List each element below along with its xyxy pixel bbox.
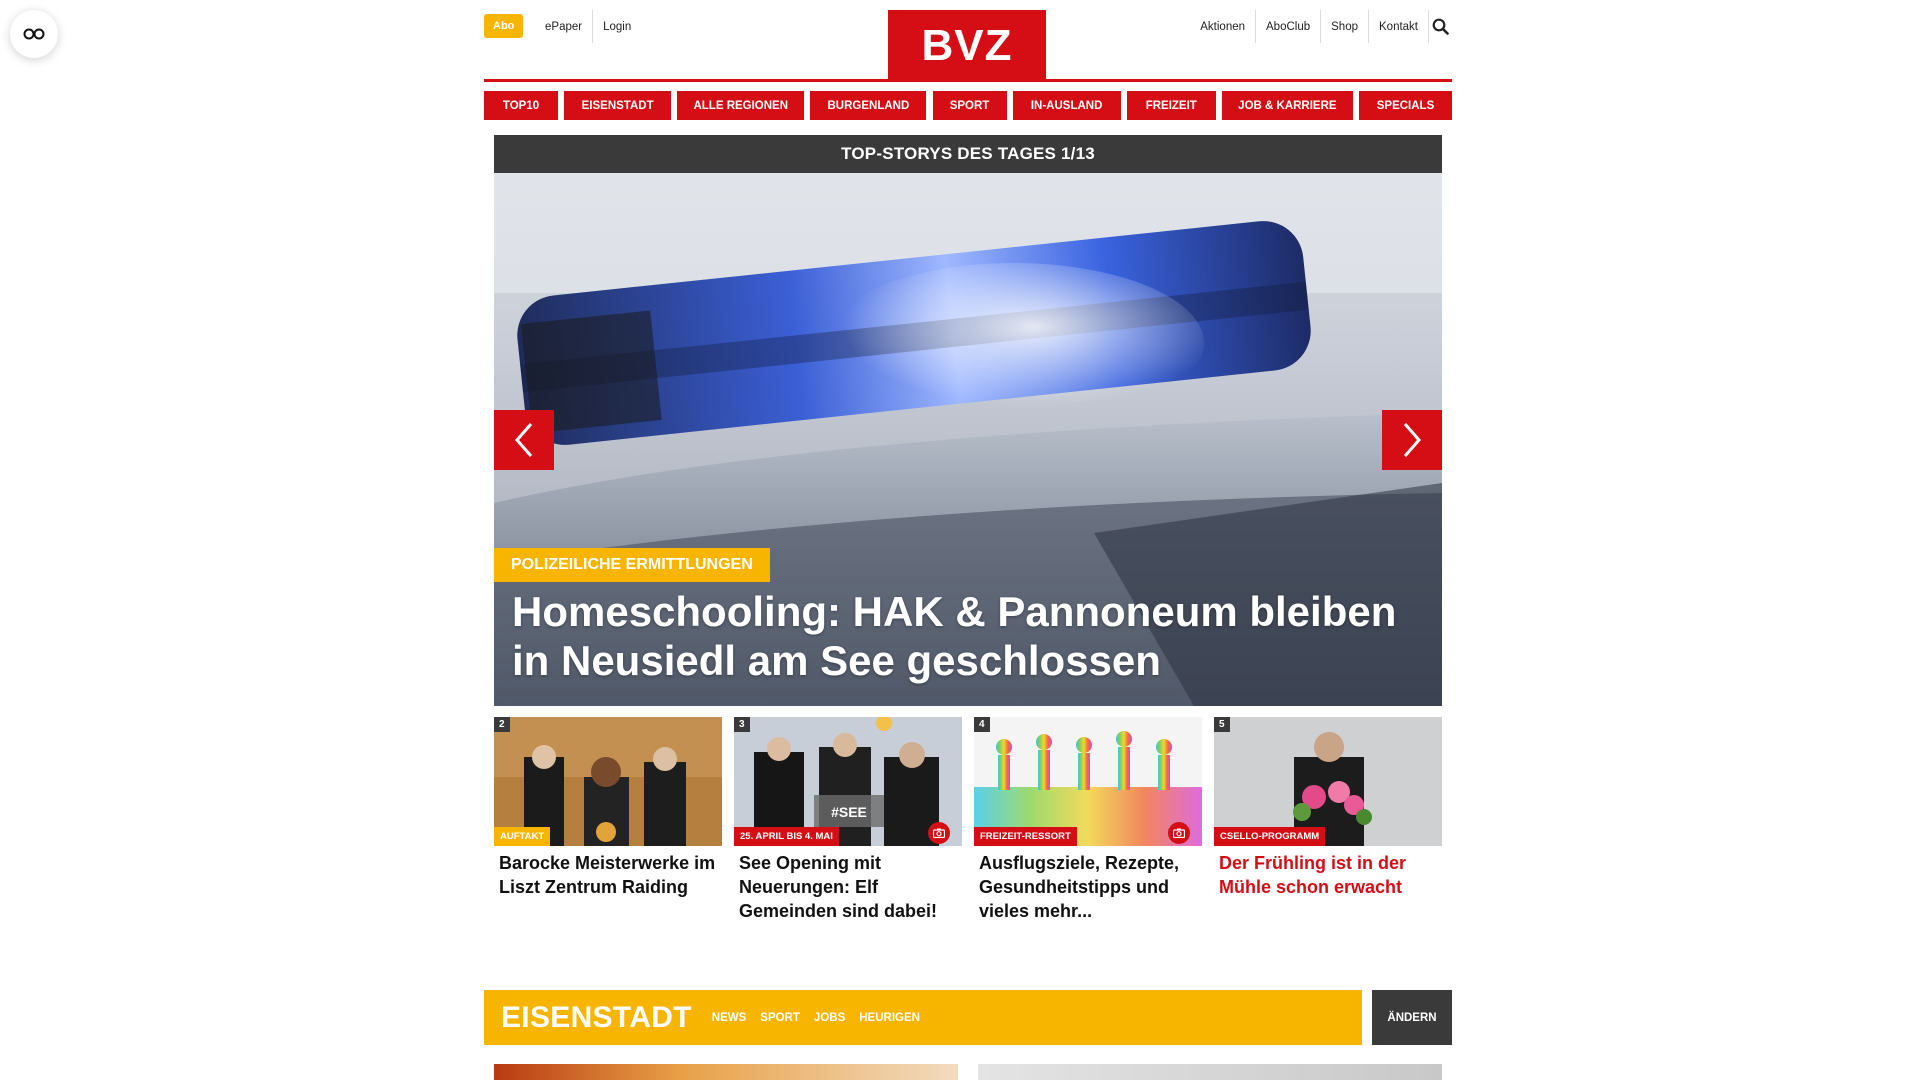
top-links-left: ePaper Login: [535, 10, 641, 43]
teaser-image: 2 AUFTAKT: [494, 717, 722, 846]
teaser-number: 2: [494, 717, 510, 732]
hero-kicker: POLIZEILICHE ERMITTLUNGEN: [494, 548, 770, 582]
teaser-title[interactable]: Barocke Meisterwerke im Liszt Zentrum Ra…: [494, 846, 722, 899]
nav-item-top10[interactable]: TOP10: [484, 91, 558, 120]
top-links-right: Aktionen AboClub Shop Kontakt: [1190, 10, 1428, 43]
teaser-number: 5: [1214, 717, 1230, 732]
bvz-logo[interactable]: BVZ: [888, 10, 1046, 82]
abo-button[interactable]: Abo: [484, 14, 524, 38]
hero-story[interactable]: POLIZEILICHE ERMITTLUNGEN Homeschooling:…: [494, 173, 1442, 706]
hero-title[interactable]: Homeschooling: HAK & Pannoneum bleiben i…: [512, 587, 1412, 685]
nav-item-specials[interactable]: SPECIALS: [1359, 91, 1452, 120]
teaser-title[interactable]: Ausflugsziele, Rezepte, Gesundheitstipps…: [974, 846, 1202, 923]
search-button[interactable]: [1428, 10, 1452, 43]
search-icon: [1432, 18, 1449, 35]
region-bar: EISENSTADT NEWS SPORT JOBS HEURIGEN: [484, 990, 1362, 1045]
teaser-kicker: CSELLO-PROGRAMM: [1214, 827, 1326, 846]
teaser-card[interactable]: 4 FREIZEIT-RESSORT Ausflugsziele, Rezept…: [974, 717, 1202, 923]
top-stories-heading: TOP-STORYS DES TAGES 1/13: [494, 135, 1442, 173]
site-header: Abo ePaper Login BVZ Aktionen AboClub Sh…: [484, 0, 1452, 82]
nav-item-eisenstadt[interactable]: EISENSTADT: [564, 91, 672, 120]
teaser-image: 5 CSELLO-PROGRAMM: [1214, 717, 1442, 846]
gallery-badge: [1168, 822, 1190, 844]
region-link-heurigen[interactable]: HEURIGEN: [859, 1012, 920, 1024]
login-link[interactable]: Login: [592, 10, 641, 43]
teaser-kicker: 25. APRIL BIS 4. MAI: [734, 827, 839, 846]
epaper-link[interactable]: ePaper: [535, 10, 592, 43]
teaser-card[interactable]: #SEE 3 25. APRIL BIS 4. MAI See Opening …: [734, 717, 962, 923]
nav-item-freizeit[interactable]: FREIZEIT: [1126, 91, 1216, 120]
teaser-image: 4 FREIZEIT-RESSORT: [974, 717, 1202, 846]
teaser-kicker: FREIZEIT-RESSORT: [974, 827, 1077, 846]
change-region-button[interactable]: ÄNDERN: [1372, 990, 1452, 1045]
chevron-right-icon: [1403, 423, 1421, 457]
aboclub-link[interactable]: AboClub: [1255, 10, 1320, 43]
nav-item-in-ausland[interactable]: IN-AUSLAND: [1012, 91, 1121, 120]
nav-item-job-karriere[interactable]: JOB & KARRIERE: [1221, 91, 1353, 120]
camera-icon: [933, 828, 945, 838]
slider-next-button[interactable]: [1382, 410, 1442, 470]
teaser-number: 4: [974, 717, 990, 732]
camera-icon: [1173, 828, 1185, 838]
main-nav: TOP10 EISENSTADT ALLE REGIONEN BURGENLAN…: [484, 91, 1452, 120]
teaser-image: #SEE 3 25. APRIL BIS 4. MAI: [734, 717, 962, 846]
region-article-image[interactable]: [978, 1064, 1442, 1080]
aktionen-link[interactable]: Aktionen: [1190, 10, 1255, 43]
nav-item-alle-regionen[interactable]: ALLE REGIONEN: [677, 91, 805, 120]
teaser-number: 3: [734, 717, 750, 732]
region-article-image[interactable]: [494, 1064, 958, 1080]
nav-item-burgenland[interactable]: BURGENLAND: [810, 91, 927, 120]
slider-prev-button[interactable]: [494, 410, 554, 470]
shop-link[interactable]: Shop: [1320, 10, 1368, 43]
kontakt-link[interactable]: Kontakt: [1368, 10, 1428, 43]
reader-mode-button[interactable]: [10, 10, 58, 58]
region-link-news[interactable]: NEWS: [712, 1012, 747, 1024]
glasses-icon: [23, 28, 45, 40]
region-link-jobs[interactable]: JOBS: [814, 1012, 845, 1024]
region-link-sport[interactable]: SPORT: [760, 1012, 800, 1024]
chevron-left-icon: [515, 423, 533, 457]
teaser-card[interactable]: 5 CSELLO-PROGRAMM Der Frühling ist in de…: [1214, 717, 1442, 923]
nav-item-sport[interactable]: SPORT: [932, 91, 1007, 120]
teaser-title[interactable]: See Opening mit Neuerungen: Elf Gemeinde…: [734, 846, 962, 923]
teaser-card[interactable]: 2 AUFTAKT Barocke Meisterwerke im Liszt …: [494, 717, 722, 923]
region-title: EISENSTADT: [501, 1000, 692, 1034]
page-container: Abo ePaper Login BVZ Aktionen AboClub Sh…: [484, 0, 1452, 1080]
teaser-kicker: AUFTAKT: [494, 827, 551, 846]
story-teasers: 2 AUFTAKT Barocke Meisterwerke im Liszt …: [494, 717, 1442, 923]
gallery-badge: [928, 822, 950, 844]
svg-text:#SEE: #SEE: [831, 804, 867, 820]
teaser-title[interactable]: Der Frühling ist in der Mühle schon erwa…: [1214, 846, 1442, 899]
